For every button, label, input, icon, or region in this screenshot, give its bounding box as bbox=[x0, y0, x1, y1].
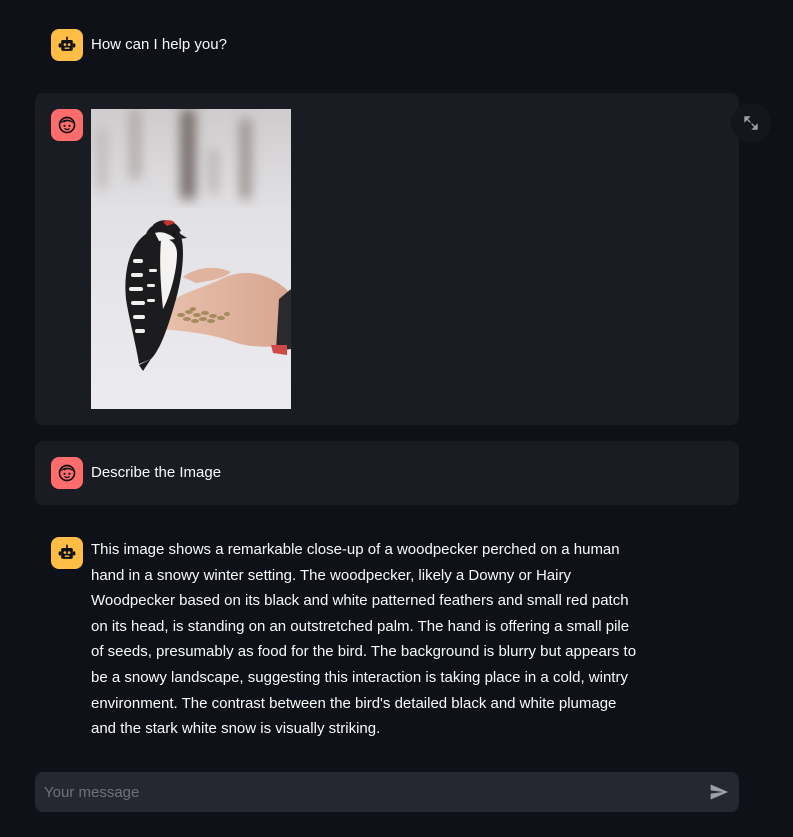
assistant-avatar bbox=[51, 537, 83, 569]
message-line: hand in a snowy winter setting. The wood… bbox=[91, 566, 571, 584]
message-line: Woodpecker based on its black and white … bbox=[91, 592, 629, 610]
assistant-message: How can I help you? bbox=[35, 28, 739, 62]
message-text: Describe the Image bbox=[91, 464, 222, 481]
face-icon bbox=[58, 116, 76, 134]
message-input[interactable] bbox=[35, 772, 685, 812]
message-line: on its head, is standing on an outstretc… bbox=[91, 617, 630, 635]
user-message: Describe the Image bbox=[35, 441, 739, 505]
fullscreen-icon bbox=[744, 116, 758, 130]
chat-input-bar bbox=[35, 772, 739, 812]
send-button[interactable] bbox=[707, 780, 731, 804]
user-avatar bbox=[51, 457, 83, 489]
chat-app: How can I help you? Describe the Image T… bbox=[0, 0, 793, 837]
message-text: This image shows a remarkable close-up o… bbox=[91, 537, 651, 742]
message-line: of seeds, presumably as food for the bir… bbox=[91, 643, 637, 661]
face-icon bbox=[58, 464, 76, 482]
message-text: How can I help you? bbox=[91, 36, 227, 53]
send-icon bbox=[710, 784, 729, 800]
assistant-avatar bbox=[51, 29, 83, 61]
message-line: environment. The contrast between the bi… bbox=[91, 694, 617, 712]
assistant-message: This image shows a remarkable close-up o… bbox=[35, 537, 739, 747]
message-line: and the stark white snow is visually str… bbox=[91, 720, 381, 738]
fullscreen-button[interactable] bbox=[731, 103, 771, 143]
message-line: This image shows a remarkable close-up o… bbox=[91, 541, 620, 558]
user-image-message bbox=[35, 93, 739, 425]
message-line: be a snowy landscape, suggesting this in… bbox=[91, 668, 628, 686]
woodpecker-on-hand-photo bbox=[91, 109, 291, 409]
user-avatar bbox=[51, 109, 83, 141]
robot-icon bbox=[58, 544, 76, 559]
robot-icon bbox=[58, 36, 76, 51]
